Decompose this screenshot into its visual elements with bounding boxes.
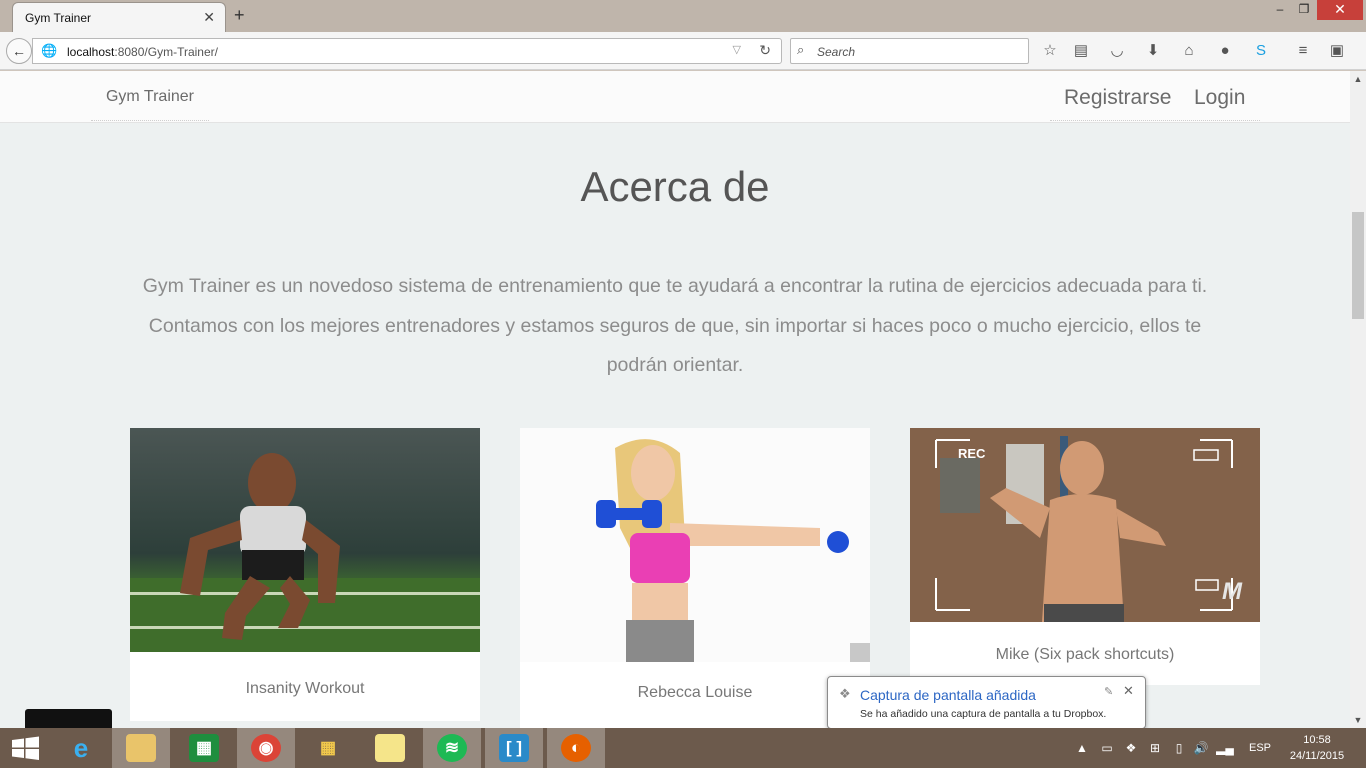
intro-line: podrán orientar. [606, 354, 744, 376]
tab-close-icon[interactable]: ✕ [203, 9, 215, 26]
folder-icon [126, 734, 156, 762]
rec-label: REC [958, 446, 986, 461]
trainer-caption: Mike (Six pack shortcuts) [995, 646, 1175, 663]
web-page: Gym Trainer Registrarse Login Acerca de … [0, 71, 1350, 728]
explorer-taskbar-button[interactable] [112, 728, 170, 768]
clock[interactable]: 10:58 24/11/2015 [1282, 732, 1352, 764]
scroll-thumb[interactable] [1352, 212, 1364, 319]
dropbox-icon: ❖ [839, 686, 851, 701]
firefox-icon: ◐ [561, 734, 591, 762]
site-brand[interactable]: Gym Trainer [91, 71, 209, 121]
tray-overflow-icon[interactable]: ▲ [1074, 728, 1090, 768]
intro-line: Contamos con los mejores entrenadores y … [148, 314, 1202, 337]
trainer-photo-insanity [130, 428, 480, 656]
home-icon[interactable]: ⌂ [1178, 40, 1200, 62]
trainer-caption: Insanity Workout [245, 680, 365, 697]
scroll-up-arrow[interactable]: ▲ [1350, 71, 1366, 87]
trainer-card-rebecca[interactable]: Rebecca Louise [520, 428, 870, 728]
clock-date: 24/11/2015 [1289, 750, 1345, 762]
notification-title[interactable]: Captura de pantalla añadida [860, 687, 1036, 703]
firefox-taskbar-button[interactable]: ◐ [547, 728, 605, 768]
trainer-photo-rebecca [520, 428, 870, 662]
menu-icon[interactable]: ≡ [1292, 40, 1314, 62]
sticky-notes-taskbar-button[interactable] [361, 728, 419, 768]
download-icon[interactable]: ⬇ [1142, 40, 1164, 62]
search-input[interactable]: ⌕ Search [790, 38, 1029, 64]
windows-tray-icon[interactable]: ⊞ [1146, 728, 1164, 768]
page-title: Acerca de [580, 163, 770, 210]
dropbox-notification[interactable]: ❖ Captura de pantalla añadida Se ha añad… [827, 676, 1146, 729]
back-button[interactable]: ← [6, 38, 32, 64]
settings-icon[interactable]: ✎ [1104, 685, 1113, 698]
chrome-taskbar-button[interactable]: ◉ [237, 728, 295, 768]
new-tab-button[interactable]: + [234, 5, 245, 26]
pocket-icon[interactable]: ◡ [1106, 40, 1128, 62]
brackets-taskbar-button[interactable]: [ ] [485, 728, 543, 768]
browser-toolbar: 🌐 localhost:8080/Gym-Trainer/ ▽ ↻ ← ⌕ Se… [0, 32, 1366, 70]
ie-icon: e [73, 733, 89, 763]
apps-taskbar-button[interactable]: ▦ [299, 728, 357, 768]
search-placeholder: Search [817, 45, 856, 59]
chrome-icon: ◉ [251, 734, 281, 762]
intro-paragraph: Gym Trainer es un novedoso sistema de en… [100, 267, 1250, 386]
scroll-down-arrow[interactable]: ▼ [1350, 712, 1366, 728]
search-icon: ⌕ [797, 42, 805, 57]
site-navbar: Gym Trainer Registrarse Login [0, 71, 1350, 123]
reading-list-icon[interactable]: ▤ [1070, 40, 1092, 62]
tray-app-icon[interactable]: ▭ [1098, 728, 1116, 768]
login-link[interactable]: Login [1194, 86, 1245, 110]
browser-tab-bar: Gym Trainer ✕ + – ❐ ✕ [0, 0, 1366, 32]
url-history-dropdown-icon[interactable]: ▽ [733, 43, 741, 56]
spotify-icon: ≋ [437, 734, 467, 762]
windows-start-icon[interactable] [0, 728, 50, 768]
brackets-icon: [ ] [499, 734, 529, 762]
windows-taskbar: e ▦ ◉ ▦ ≋ [ ] ◐ ▲ ▭ ❖ ⊞ ▯ 🔊 ▂▄ ESP 10:58… [0, 728, 1366, 768]
trainer-card-mike[interactable]: REC M Mike (Six pack shortcuts) [910, 428, 1260, 685]
trainer-card-insanity[interactable]: Insanity Workout [130, 428, 480, 721]
store-icon: ▦ [189, 734, 219, 762]
close-window-button[interactable]: ✕ [1317, 0, 1363, 20]
clock-time: 10:58 [1303, 734, 1331, 746]
browser-tab[interactable]: Gym Trainer ✕ [12, 2, 226, 32]
intro-line: Gym Trainer es un novedoso sistema de en… [142, 275, 1208, 297]
ie-taskbar-button[interactable]: e [52, 728, 110, 768]
network-icon[interactable]: ▂▄ [1216, 728, 1234, 768]
extension-icon[interactable]: ▣ [1326, 40, 1348, 62]
store-taskbar-button[interactable]: ▦ [175, 728, 233, 768]
site-identity-icon[interactable]: 🌐 [41, 43, 57, 59]
channel-logo: M [1222, 578, 1242, 605]
page-scrollbar[interactable]: ▲ ▼ [1350, 71, 1366, 728]
register-link[interactable]: Registrarse [1064, 86, 1171, 110]
dropbox-toolbar-tab[interactable] [25, 709, 112, 728]
star-icon[interactable]: ☆ [1039, 40, 1061, 62]
sticky-notes-icon [375, 734, 405, 762]
power-icon[interactable]: ▯ [1170, 728, 1188, 768]
apps-grid-icon: ▦ [319, 738, 337, 757]
tab-title: Gym Trainer [25, 11, 92, 25]
url-text[interactable]: localhost:8080/Gym-Trainer/ [67, 45, 218, 59]
trainer-caption: Rebecca Louise [637, 684, 753, 701]
nav-links: Registrarse Login [1050, 71, 1260, 121]
chat-icon[interactable]: ● [1214, 40, 1236, 62]
maximize-button[interactable]: ❐ [1290, 2, 1318, 22]
volume-icon[interactable]: 🔊 [1192, 728, 1210, 768]
reload-icon[interactable]: ↻ [759, 42, 771, 59]
skype-icon[interactable]: S [1250, 40, 1272, 62]
address-bar[interactable]: 🌐 localhost:8080/Gym-Trainer/ ▽ ↻ [32, 38, 782, 64]
notification-text: Se ha añadido una captura de pantalla a … [860, 708, 1107, 720]
dropbox-tray-icon[interactable]: ❖ [1122, 728, 1140, 768]
notification-close-icon[interactable]: ✕ [1123, 683, 1134, 699]
language-indicator[interactable]: ESP [1246, 728, 1274, 768]
spotify-taskbar-button[interactable]: ≋ [423, 728, 481, 768]
